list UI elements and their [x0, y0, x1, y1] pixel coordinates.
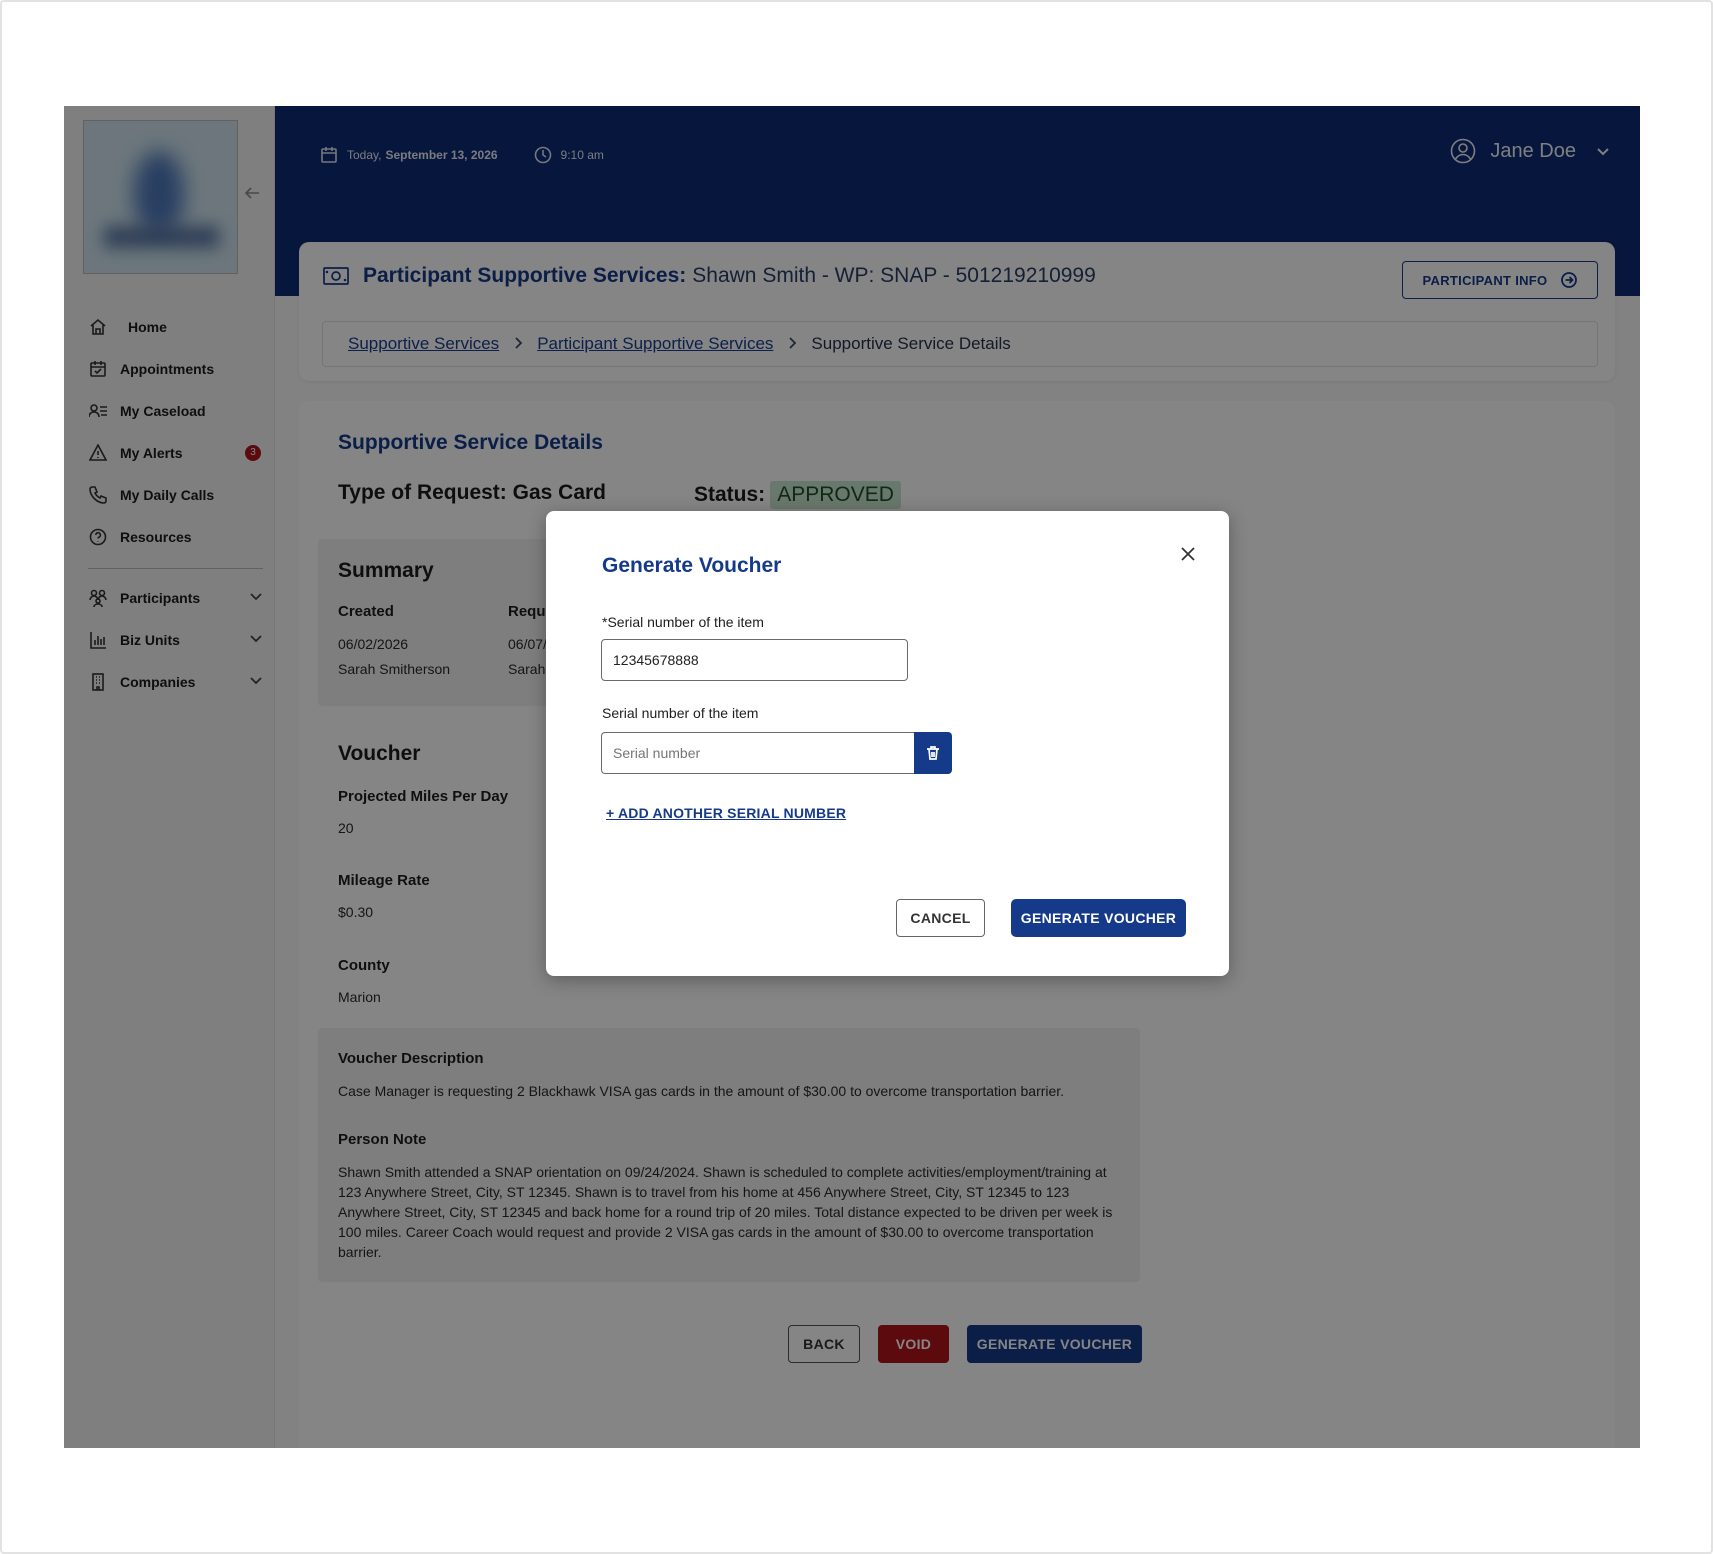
modal-title: Generate Voucher: [602, 554, 782, 577]
serial-number-input-group: [601, 732, 952, 774]
trash-icon: [927, 746, 939, 760]
modal-generate-voucher-button[interactable]: GENERATE VOUCHER: [1011, 899, 1186, 937]
delete-serial-button[interactable]: [914, 732, 952, 774]
serial-number-input-2[interactable]: [601, 732, 914, 774]
generate-voucher-modal: Generate Voucher *Serial number of the i…: [546, 511, 1229, 976]
close-icon[interactable]: [1179, 545, 1199, 565]
cancel-button[interactable]: CANCEL: [896, 899, 985, 937]
serial-number-input-1[interactable]: [601, 639, 908, 681]
serial-number-label: Serial number of the item: [602, 705, 759, 721]
serial-number-required-label: *Serial number of the item: [602, 614, 764, 630]
add-another-serial-link[interactable]: + ADD ANOTHER SERIAL NUMBER: [606, 805, 846, 821]
